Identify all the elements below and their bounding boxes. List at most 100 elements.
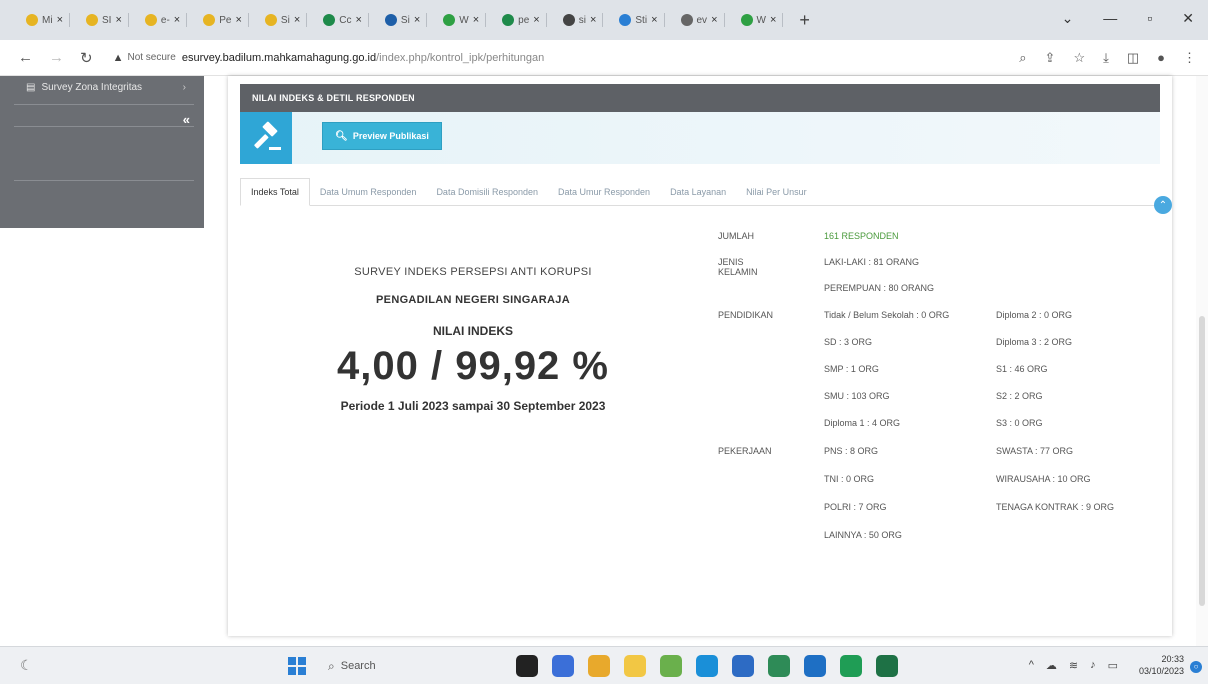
close-window-button[interactable]: ✕: [1182, 10, 1194, 27]
paint-icon[interactable]: [660, 655, 682, 677]
index-summary: SURVEY INDEKS PERSEPSI ANTI KORUPSI PENG…: [288, 266, 658, 413]
stat-value: Tidak / Belum Sekolah : 0 ORG: [824, 310, 950, 320]
reload-icon[interactable]: ↻: [80, 49, 93, 67]
chevron-up-icon[interactable]: ^: [1029, 659, 1034, 672]
chat-icon[interactable]: [552, 655, 574, 677]
tab-separator: [367, 13, 369, 27]
browser-tab[interactable]: Sti ×: [615, 9, 668, 31]
banner: 🔍︎ Preview Publikasi: [240, 112, 1160, 164]
address-bar: ← → ↻ ▲ Not secure esurvey.badilum.mahka…: [0, 40, 1208, 76]
outlook-icon[interactable]: [804, 655, 826, 677]
restore-button[interactable]: ▫: [1147, 10, 1152, 27]
browser-tab[interactable]: si ×: [559, 9, 608, 31]
app-sidebar: ▤ Survey Zona Integritas › «: [0, 76, 204, 228]
page-scrollbar[interactable]: [1196, 76, 1208, 646]
url-path: /index.php/kontrol_ipk/perhitungan: [376, 51, 545, 64]
preview-publikasi-button[interactable]: 🔍︎ Preview Publikasi: [322, 122, 442, 150]
browser-tab[interactable]: Cc ×: [319, 9, 373, 31]
clock[interactable]: 20:33 03/10/2023: [1139, 653, 1184, 677]
minimize-button[interactable]: —: [1103, 10, 1117, 27]
sidebar-divider: [14, 104, 194, 105]
tab-separator: [782, 13, 784, 27]
tab-data-umum-responden[interactable]: Data Umum Responden: [310, 179, 427, 205]
close-tab-icon[interactable]: ×: [235, 14, 241, 26]
battery-icon[interactable]: ▭: [1108, 659, 1118, 672]
download-icon[interactable]: ⤓: [1103, 50, 1109, 66]
close-tab-icon[interactable]: ×: [651, 14, 657, 26]
browser-tab[interactable]: ev ×: [677, 9, 729, 31]
scrollbar-thumb[interactable]: [1199, 316, 1205, 606]
tab-indeks-total[interactable]: Indeks Total: [240, 178, 310, 206]
close-tab-icon[interactable]: ×: [533, 14, 539, 26]
menu-kebab-icon[interactable]: ⋮: [1183, 50, 1196, 66]
tab-separator: [186, 13, 188, 27]
scroll-up-icon[interactable]: ⌃: [1154, 196, 1172, 214]
close-tab-icon[interactable]: ×: [57, 14, 63, 26]
tab-nilai-per-unsur[interactable]: Nilai Per Unsur: [736, 179, 817, 205]
system-tray: ^ ☁ ≋ ♪ ▭: [1029, 659, 1118, 672]
tab-data-layanan[interactable]: Data Layanan: [660, 179, 736, 205]
tab-title: Cc: [339, 14, 352, 26]
panel-header: NILAI INDEKS & DETIL RESPONDEN: [240, 84, 1160, 112]
close-tab-icon[interactable]: ×: [414, 14, 420, 26]
close-tab-icon[interactable]: ×: [355, 14, 361, 26]
close-tab-icon[interactable]: ×: [473, 14, 479, 26]
preview-button-label: Preview Publikasi: [352, 131, 429, 141]
new-tab-button[interactable]: +: [799, 10, 810, 31]
tab-favicon-icon: [144, 14, 157, 26]
browser-tab[interactable]: Si ×: [261, 9, 311, 31]
browser-tab[interactable]: Si ×: [381, 9, 431, 31]
browser-tab[interactable]: e- ×: [141, 9, 191, 31]
sidebar-item-survey-zona-integritas[interactable]: ▤ Survey Zona Integritas ›: [0, 76, 204, 98]
close-tab-icon[interactable]: ×: [590, 14, 596, 26]
stat-value: LAINNYA : 50 ORG: [824, 530, 902, 540]
forward-icon[interactable]: →: [49, 49, 64, 66]
browser-tab[interactable]: SI ×: [82, 9, 133, 31]
chevron-right-icon: ›: [182, 82, 186, 93]
edge-icon[interactable]: [696, 655, 718, 677]
browser-tab[interactable]: W ×: [737, 9, 788, 31]
taskbar-search[interactable]: ⌕ Search: [328, 655, 488, 677]
browser-tab[interactable]: W ×: [439, 9, 490, 31]
browser-tab[interactable]: pe ×: [498, 9, 551, 31]
browser-tab[interactable]: Pe ×: [199, 9, 253, 31]
music-icon[interactable]: [768, 655, 790, 677]
windows-start-icon[interactable]: [288, 657, 306, 675]
back-icon[interactable]: ←: [18, 49, 33, 66]
stat-value: TNI : 0 ORG: [824, 474, 875, 484]
wifi-icon[interactable]: ≋: [1069, 659, 1078, 672]
security-indicator[interactable]: ▲ Not secure: [113, 52, 176, 64]
close-tab-icon[interactable]: ×: [174, 14, 180, 26]
url-text[interactable]: esurvey.badilum.mahkamahagung.go.id/inde…: [182, 52, 544, 64]
close-tab-icon[interactable]: ×: [770, 14, 776, 26]
sidepanel-icon[interactable]: ◫: [1127, 50, 1139, 66]
profile-avatar-icon[interactable]: ●: [1157, 50, 1165, 66]
close-tab-icon[interactable]: ×: [294, 14, 300, 26]
tab-title: ev: [696, 14, 708, 26]
zoom-icon[interactable]: ⌕: [1019, 50, 1026, 66]
close-tab-icon[interactable]: ×: [115, 14, 121, 26]
browser-tab[interactable]: Mi ×: [22, 9, 74, 31]
stat-value: PNS : 8 ORG: [824, 446, 879, 456]
tab-search-icon[interactable]: ⌄: [1062, 10, 1074, 27]
store-icon[interactable]: [732, 655, 754, 677]
share-icon[interactable]: ⇪: [1045, 50, 1056, 66]
clock-time: 20:33: [1161, 654, 1184, 664]
volume-icon[interactable]: ♪: [1090, 659, 1096, 672]
file-explorer-icon[interactable]: [624, 655, 646, 677]
close-tab-icon[interactable]: ×: [711, 14, 717, 26]
cloud-icon[interactable]: ☁: [1046, 659, 1057, 672]
notification-icon[interactable]: ○: [1190, 661, 1202, 673]
tab-title: Si: [280, 14, 290, 26]
tab-favicon-icon: [740, 14, 753, 26]
chrome-icon[interactable]: [588, 655, 610, 677]
collapse-sidebar-icon[interactable]: «: [183, 112, 190, 127]
clock-date: 03/10/2023: [1138, 666, 1184, 676]
task-view-icon[interactable]: [516, 655, 538, 677]
whatsapp-icon[interactable]: [840, 655, 862, 677]
tab-data-umur-responden[interactable]: Data Umur Responden: [548, 179, 660, 205]
excel-icon[interactable]: [876, 655, 898, 677]
bookmark-star-icon[interactable]: ☆: [1073, 50, 1085, 66]
weather-icon[interactable]: ☾: [20, 657, 33, 674]
tab-data-domisili-responden[interactable]: Data Domisili Responden: [426, 179, 548, 205]
